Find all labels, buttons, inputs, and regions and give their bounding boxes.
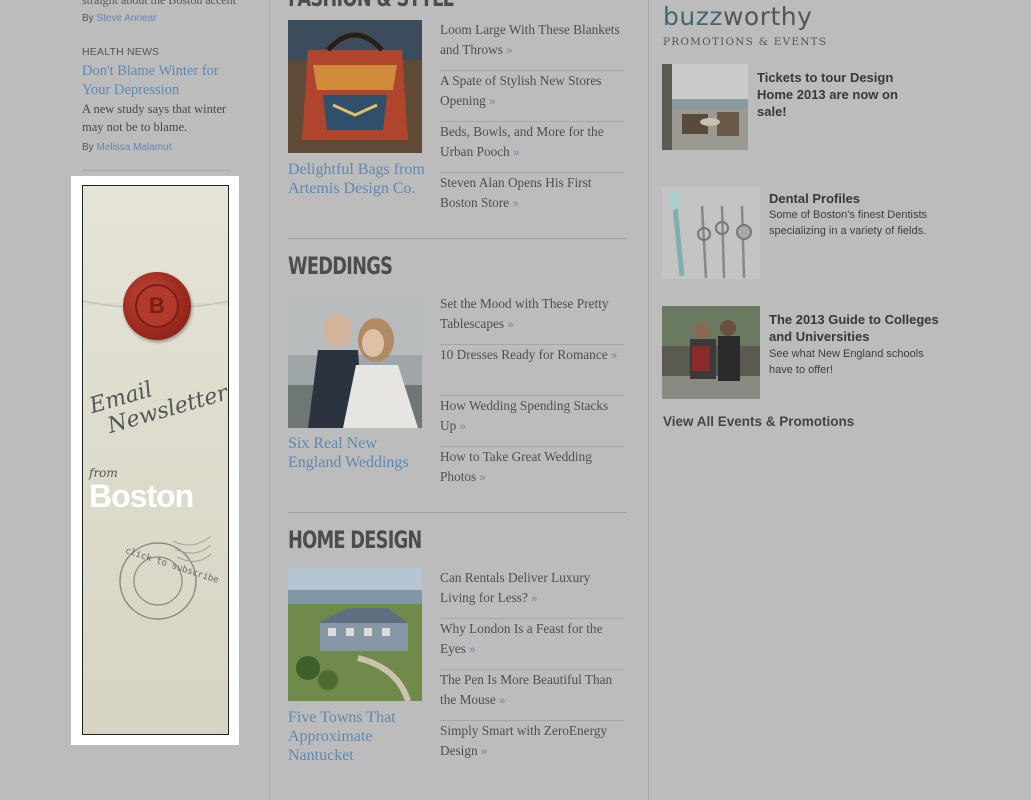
buzzworthy-subtitle: PROMOTIONS & EVENTS	[663, 36, 828, 48]
previous-article-byline: By Steve Annear	[82, 13, 157, 24]
column-divider-right	[648, 0, 649, 800]
section-title-weddings[interactable]: WEDDINGS	[288, 252, 393, 280]
chevron-right-icon: »	[610, 350, 618, 362]
chevron-right-icon: »	[512, 198, 519, 210]
chevron-right-icon: »	[513, 147, 520, 159]
section-title-home-design[interactable]: HOME DESIGN	[288, 526, 422, 554]
story-item[interactable]: How to Take Great Wedding Photos »	[440, 447, 624, 498]
feature-caption-weddings[interactable]: Six Real New England Weddings	[288, 434, 428, 472]
promo-image-colleges[interactable]	[662, 306, 760, 399]
newsletter-ad-envelope[interactable]: B Email Newsletters from Boston click to…	[82, 185, 229, 735]
chevron-right-icon: »	[507, 319, 514, 331]
buzzworthy-logo[interactable]: buzzworthy	[663, 2, 812, 31]
story-item[interactable]: Beds, Bowls, and More for the Urban Pooc…	[440, 122, 624, 173]
story-item[interactable]: Why London Is a Feast for the Eyes »	[440, 619, 624, 670]
health-article-headline[interactable]: Don't Blame Winter for Your Depression	[82, 62, 242, 100]
ad-email-newsletters-text: Email Newsletters	[87, 355, 228, 442]
health-news-label: HEALTH NEWS	[82, 46, 160, 58]
section-divider	[288, 512, 627, 513]
health-article-byline: By Melissa Malamut	[82, 142, 172, 153]
section-divider	[288, 238, 627, 239]
feature-image-wedding[interactable]	[288, 295, 422, 428]
chevron-right-icon: »	[499, 695, 506, 707]
story-item[interactable]: How Wedding Spending Stacks Up »	[440, 396, 624, 447]
promo-desc-colleges: See what New England schools have to off…	[769, 348, 924, 376]
feature-image-bags[interactable]	[288, 20, 422, 153]
column-divider-left	[269, 0, 270, 800]
chevron-right-icon: »	[489, 96, 496, 108]
author-link-steve-annear[interactable]: Steve Annear	[96, 13, 156, 24]
patio-photo	[662, 64, 748, 150]
author-link-melissa-malamut[interactable]: Melissa Malamut	[96, 142, 171, 153]
left-divider	[82, 170, 229, 171]
story-item[interactable]: Set the Mood with These Pretty Tablescap…	[440, 294, 624, 345]
chevron-right-icon: »	[481, 746, 488, 758]
story-item[interactable]: Steven Alan Opens His First Boston Store…	[440, 173, 624, 224]
chevron-right-icon: »	[469, 644, 476, 656]
promo-title-design-home[interactable]: Tickets to tour Design Home 2013 are now…	[757, 69, 917, 120]
feature-caption-fashion[interactable]: Delightful Bags from Artemis Design Co.	[288, 160, 428, 198]
feature-image-house[interactable]	[288, 568, 422, 701]
chevron-right-icon: »	[506, 45, 513, 57]
ad-boston-logo: Boston	[89, 478, 194, 514]
chevron-right-icon: »	[459, 421, 466, 433]
story-item[interactable]: The Pen Is More Beautiful Than the Mouse…	[440, 670, 624, 721]
house-photo	[288, 568, 422, 701]
story-list-weddings: Set the Mood with These Pretty Tablescap…	[440, 294, 624, 498]
seal-letter: B	[149, 293, 165, 318]
bag-photo	[288, 20, 422, 153]
promo-title-dental[interactable]: Dental Profiles	[769, 190, 949, 207]
chevron-right-icon: »	[479, 472, 486, 484]
newsletter-ad-banner[interactable]: B Email Newsletters from Boston click to…	[71, 176, 239, 745]
section-title-fashion-style[interactable]: FASHION & STYLE	[288, 0, 455, 12]
previous-article-snippet: straight about the Boston accent	[82, 0, 236, 7]
promo-image-design-home[interactable]	[662, 64, 748, 150]
story-list-fashion: Loom Large With These Blankets and Throw…	[440, 20, 624, 224]
story-item[interactable]: Loom Large With These Blankets and Throw…	[440, 20, 624, 71]
view-all-promotions-link[interactable]: View All Events & Promotions	[663, 414, 854, 429]
story-item[interactable]: 10 Dresses Ready for Romance »	[440, 345, 624, 396]
story-list-home-design: Can Rentals Deliver Luxury Living for Le…	[440, 568, 624, 772]
chevron-right-icon: »	[531, 593, 538, 605]
story-item[interactable]: Simply Smart with ZeroEnergy Design »	[440, 721, 624, 772]
promo-image-dental[interactable]	[662, 186, 760, 279]
dental-tools-photo	[662, 186, 760, 279]
health-article-dek: A new study says that winter may not be …	[82, 102, 227, 134]
promo-title-colleges[interactable]: The 2013 Guide to Colleges and Universit…	[769, 311, 959, 345]
students-photo	[662, 306, 760, 399]
feature-caption-home-design[interactable]: Five Towns That Approximate Nantucket	[288, 708, 428, 765]
story-item[interactable]: Can Rentals Deliver Luxury Living for Le…	[440, 568, 624, 619]
promo-desc-dental: Some of Boston's finest Dentists special…	[769, 209, 928, 237]
story-item[interactable]: A Spate of Stylish New Stores Opening »	[440, 71, 624, 122]
wedding-photo	[288, 295, 422, 428]
wax-seal-icon: B	[123, 272, 191, 340]
